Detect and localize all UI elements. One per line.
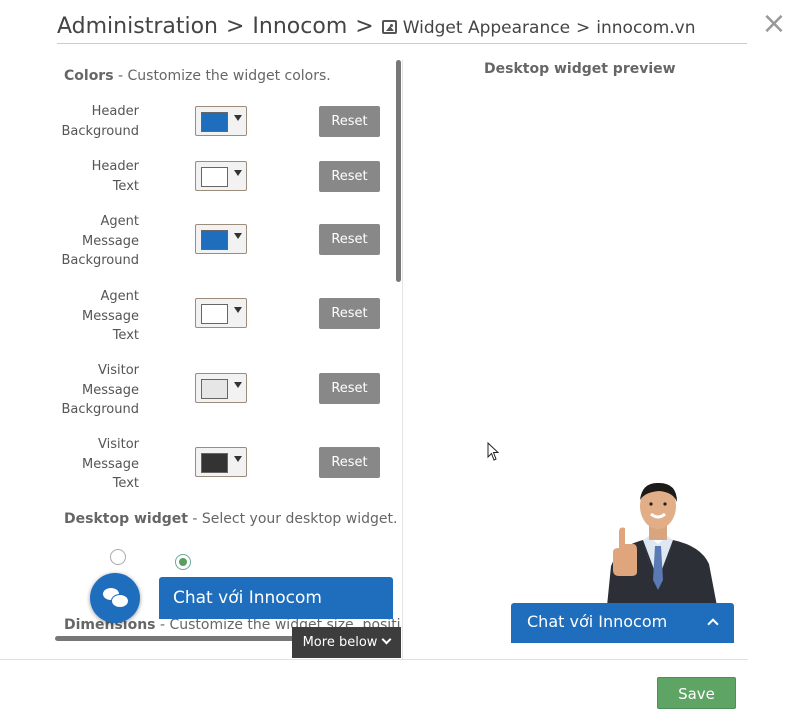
color-picker[interactable] [195, 106, 247, 136]
breadcrumb: Administration > Innocom > Widget Appear… [57, 14, 696, 44]
color-row-label-line: Text [112, 476, 139, 491]
panel-divider [402, 60, 403, 660]
preview-chat-bar[interactable]: Chat với Innocom [511, 603, 734, 643]
reset-button[interactable]: Reset [319, 373, 380, 404]
chat-bubbles-icon-part [111, 594, 129, 608]
colors-subtitle: - Customize the widget colors. [118, 68, 331, 84]
color-row-label-line: Visitor [98, 437, 139, 452]
breadcrumb-separator: > [576, 18, 591, 38]
color-row-label: Agent Message Background [54, 212, 139, 271]
color-swatch [201, 167, 228, 187]
preview-title: Desktop widget preview [484, 61, 676, 77]
caret-down-icon [234, 382, 242, 388]
color-picker[interactable] [195, 298, 247, 328]
chevron-down-icon [381, 634, 392, 645]
color-row-label-line: Background [61, 402, 139, 417]
color-row-label-line: Header [91, 159, 139, 174]
breadcrumb-separator: > [355, 14, 374, 39]
image-icon [381, 20, 397, 34]
color-row-label: Header Background [54, 102, 139, 141]
color-row-label-line: Header [91, 104, 139, 119]
header-divider [57, 43, 747, 44]
mouse-cursor-icon [487, 442, 500, 461]
widget-radio-bar[interactable] [175, 554, 191, 570]
desktop-widget-section-title: Desktop widget - Select your desktop wid… [64, 511, 397, 527]
breadcrumb-administration[interactable]: Administration [57, 14, 218, 39]
color-picker[interactable] [195, 373, 247, 403]
color-picker[interactable] [195, 161, 247, 191]
color-row-label-line: Visitor [98, 363, 139, 378]
caret-down-icon [234, 233, 242, 239]
color-row-label-line: Text [112, 178, 139, 194]
preview-chat-bar-label: Chat với Innocom [527, 612, 668, 631]
color-row-label-line: Message [82, 456, 139, 472]
reset-button[interactable]: Reset [319, 161, 380, 192]
color-row-label-line: Message [82, 233, 139, 249]
chat-bar-widget-option[interactable]: Chat với Innocom [159, 577, 393, 619]
color-picker[interactable] [195, 224, 247, 254]
caret-down-icon [234, 115, 242, 121]
caret-down-icon [234, 170, 242, 176]
color-row-label-line: Agent [100, 289, 139, 304]
color-swatch [201, 304, 228, 324]
color-row-label-line: Agent [100, 214, 139, 229]
reset-button[interactable]: Reset [319, 298, 380, 329]
vertical-scrollbar[interactable] [396, 60, 401, 282]
colors-title: Colors [64, 68, 114, 84]
breadcrumb-domain: innocom.vn [596, 18, 696, 38]
color-row-label-line: Message [82, 382, 139, 398]
caret-down-icon [234, 307, 242, 313]
breadcrumb-separator: > [225, 14, 245, 39]
reset-button[interactable]: Reset [319, 224, 380, 255]
reset-button[interactable]: Reset [319, 106, 380, 137]
colors-section-title: Colors - Customize the widget colors. [64, 68, 331, 84]
desktop-widget-subtitle: - Select your desktop widget. [192, 511, 398, 527]
color-row-label: Header Text [54, 157, 139, 196]
more-below-button[interactable]: More below [292, 627, 401, 658]
color-swatch [201, 453, 228, 473]
color-row-label: Visitor Message Text [54, 435, 139, 494]
widget-radio-bubble[interactable] [110, 549, 126, 565]
desktop-widget-title: Desktop widget [64, 511, 188, 527]
color-swatch [201, 112, 228, 132]
reset-button[interactable]: Reset [319, 447, 380, 478]
color-row-label: Visitor Message Background [54, 361, 139, 420]
agent-photo [607, 482, 717, 606]
chat-bubble-widget-option[interactable] [90, 573, 140, 623]
breadcrumb-innocom[interactable]: Innocom [252, 14, 347, 39]
color-row-label-line: Message [82, 308, 139, 324]
footer-divider [0, 659, 748, 660]
close-icon[interactable]: × [760, 9, 788, 39]
chevron-up-icon[interactable] [707, 618, 719, 630]
color-row-label: Agent Message Text [54, 287, 139, 346]
color-row-label-line: Background [61, 123, 139, 139]
color-swatch [201, 230, 228, 250]
save-button[interactable]: Save [657, 677, 736, 709]
color-swatch [201, 379, 228, 399]
caret-down-icon [234, 456, 242, 462]
breadcrumb-widget-appearance: Widget Appearance [402, 18, 571, 38]
more-below-label: More below [302, 635, 378, 650]
color-row-label-line: Background [61, 253, 139, 268]
color-picker[interactable] [195, 447, 247, 477]
color-row-label-line: Text [112, 328, 139, 343]
